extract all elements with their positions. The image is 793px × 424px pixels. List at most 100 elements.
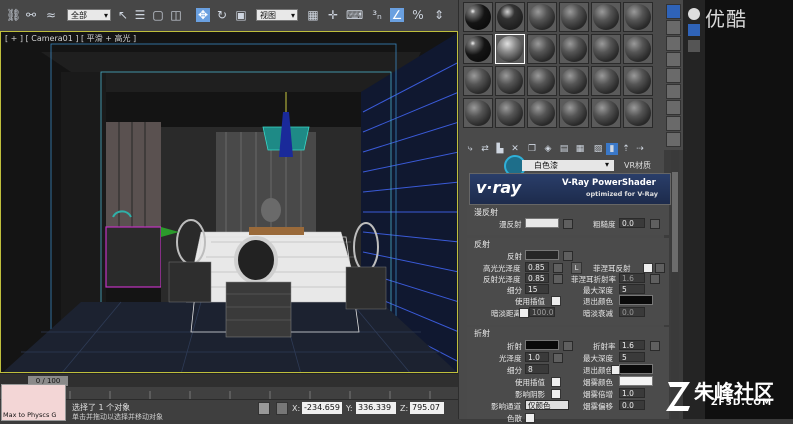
percent-snap-icon[interactable]: % [411, 8, 425, 22]
dim-falloff-field[interactable]: 0.0 [619, 307, 645, 317]
dim-distance-field[interactable]: 100.0 [529, 307, 555, 317]
hilight-lock-button[interactable]: L [571, 262, 582, 274]
track-bar[interactable] [0, 387, 458, 399]
show-end-result-icon[interactable]: ▮ [606, 143, 618, 155]
affect-shadows-checkbox[interactable] [551, 389, 561, 399]
material-slot[interactable] [495, 66, 525, 96]
refr-max-depth-field[interactable]: 5 [619, 352, 645, 362]
material-name-field[interactable]: 白色漆 [522, 160, 614, 171]
select-by-material-icon[interactable] [666, 116, 681, 131]
dim-distance-checkbox[interactable] [519, 308, 529, 318]
sample-type-icon[interactable] [666, 4, 681, 19]
refract-map-button[interactable] [563, 341, 573, 351]
material-slot[interactable] [463, 2, 493, 32]
material-slot-selected[interactable] [495, 34, 525, 64]
pivot-icon[interactable]: ▦ [306, 8, 320, 22]
material-slot[interactable] [623, 34, 653, 64]
fresnel-checkbox[interactable] [643, 263, 653, 273]
material-slot[interactable] [591, 66, 621, 96]
material-slot[interactable] [463, 34, 493, 64]
select-manipulate-icon[interactable]: ✛ [326, 8, 340, 22]
link-icon[interactable]: ⛓ [6, 8, 21, 22]
material-slot[interactable] [527, 66, 557, 96]
put-to-scene-icon[interactable]: ⇄ [479, 143, 491, 155]
go-forward-sibling-icon[interactable]: ⇢ [634, 143, 646, 155]
select-by-name-icon[interactable]: ☰ [133, 8, 147, 22]
viewport-label[interactable]: [ + ] [ Camera01 ] [ 平滑 + 高光 ] [5, 33, 136, 44]
copy-material-icon[interactable]: ❐ [526, 143, 538, 155]
diffuse-map-button[interactable] [563, 219, 573, 229]
material-slot[interactable] [559, 66, 589, 96]
maxscript-listener[interactable]: Max to Physcs G [1, 384, 66, 421]
angle-snap-icon[interactable]: ∠ [390, 8, 404, 22]
material-slot[interactable] [591, 2, 621, 32]
background-icon[interactable] [666, 36, 681, 51]
reference-coord-dropdown[interactable]: 视图 [256, 9, 298, 22]
roughness-field[interactable]: 0.0 [619, 218, 645, 228]
x-coordinate-field[interactable]: -234.659 [302, 402, 342, 414]
scale-icon[interactable]: ▣ [234, 8, 248, 22]
ior-map-button[interactable] [650, 341, 660, 351]
refl-exit-color-swatch[interactable] [619, 295, 653, 305]
make-preview-icon[interactable] [666, 84, 681, 99]
material-slot[interactable] [559, 34, 589, 64]
material-slot[interactable] [591, 34, 621, 64]
move-icon[interactable]: ✥ [196, 8, 210, 22]
refl-use-interp-checkbox[interactable] [551, 296, 561, 306]
refr-gloss-field[interactable]: 1.0 [525, 352, 549, 362]
reflect-color-swatch[interactable] [525, 250, 559, 260]
lock-selection-icon[interactable] [258, 402, 270, 415]
fresnel-ior-map-button[interactable] [650, 274, 660, 284]
refl-gloss-field[interactable]: 0.85 [525, 273, 549, 283]
material-slot[interactable] [463, 66, 493, 96]
refl-subdivs-field[interactable]: 15 [525, 284, 549, 294]
material-slot[interactable] [623, 98, 653, 128]
camera-viewport[interactable]: [ + ] [ Camera01 ] [ 平滑 + 高光 ] [0, 31, 458, 373]
material-slot[interactable] [527, 98, 557, 128]
material-slot[interactable] [495, 98, 525, 128]
put-to-library-icon[interactable]: ▤ [558, 143, 570, 155]
z-coordinate-field[interactable]: 795.07 [410, 402, 444, 414]
fog-color-swatch[interactable] [619, 376, 653, 386]
fog-bias-field[interactable]: 0.0 [619, 400, 645, 410]
affect-channels-dropdown[interactable]: 仅颜色 [525, 400, 569, 410]
bind-icon[interactable]: ≈ [44, 8, 58, 22]
material-slot[interactable] [591, 98, 621, 128]
refl-gloss-map-button[interactable] [553, 274, 563, 284]
hilight-gloss-field[interactable]: 0.85 [525, 262, 549, 272]
chevron-down-icon[interactable]: ▾ [605, 160, 609, 169]
material-type-button[interactable]: VR材质 [624, 160, 676, 171]
roughness-map-button[interactable] [650, 219, 660, 229]
refr-use-interp-checkbox[interactable] [551, 377, 561, 387]
backlight-icon[interactable] [666, 20, 681, 35]
material-slot[interactable] [495, 2, 525, 32]
rotate-icon[interactable]: ↻ [215, 8, 229, 22]
dispersion-checkbox[interactable] [525, 413, 535, 423]
refr-subdivs-field[interactable]: 8 [525, 364, 549, 374]
fog-multiplier-field[interactable]: 1.0 [619, 388, 645, 398]
material-slot[interactable] [463, 98, 493, 128]
diffuse-color-swatch[interactable] [525, 218, 559, 228]
spinner-snap-icon[interactable]: ⇕ [432, 8, 446, 22]
refl-max-depth-field[interactable]: 5 [619, 284, 645, 294]
modify-tab-icon[interactable] [688, 40, 700, 52]
select-icon[interactable]: ↖ [116, 8, 130, 22]
keyboard-shortcut-icon[interactable]: ⌨ [346, 8, 363, 22]
material-id-icon[interactable]: ▦ [574, 143, 586, 155]
ior-field[interactable]: 1.6 [619, 340, 645, 350]
fresnel-map-button[interactable] [655, 263, 665, 273]
show-map-icon[interactable]: ▨ [592, 143, 604, 155]
hilight-gloss-map-button[interactable] [553, 263, 563, 273]
window-crossing-icon[interactable]: ◫ [169, 8, 183, 22]
reset-map-icon[interactable]: ✕ [509, 143, 521, 155]
material-slot[interactable] [623, 66, 653, 96]
refr-exit-color-swatch[interactable] [619, 364, 653, 374]
uv-tiling-icon[interactable] [666, 52, 681, 67]
go-to-parent-icon[interactable]: ⇡ [620, 143, 632, 155]
video-check-icon[interactable] [666, 68, 681, 83]
get-material-icon[interactable]: ⤷ [464, 143, 476, 155]
options-icon[interactable] [666, 100, 681, 115]
assign-to-selection-icon[interactable]: ▙ [494, 143, 506, 155]
material-slot[interactable] [527, 34, 557, 64]
y-coordinate-field[interactable]: 336.339 [356, 402, 396, 414]
